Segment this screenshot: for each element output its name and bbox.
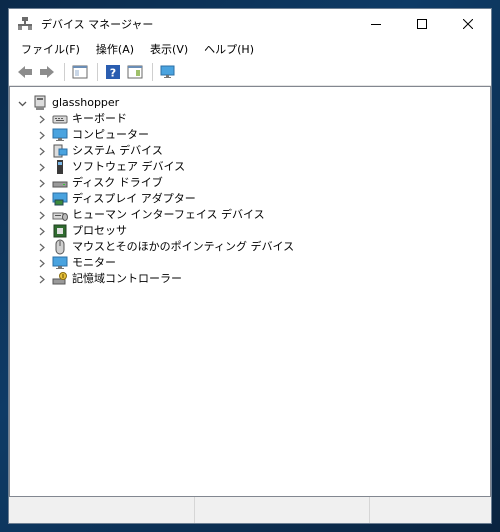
window-title: デバイス マネージャー [41,18,154,31]
tree-item-label: ディスプレイ アダプター [72,192,196,205]
menu-file[interactable]: ファイル(F) [13,41,88,57]
forward-icon [40,66,54,78]
expand-icon[interactable] [36,143,48,159]
device-tree: glasshopper キーボード コンピューター システム デバイス ソフトウ… [10,87,490,287]
tree-item-keyboard[interactable]: キーボード [10,111,490,127]
minimize-icon [371,24,381,25]
system-device-icon [52,143,68,159]
expand-icon[interactable] [36,175,48,191]
status-pane [9,497,195,523]
tree-item-label: ディスク ドライブ [72,176,163,189]
tree-item-system-devices[interactable]: システム デバイス [10,143,490,159]
action-pane-button[interactable] [125,62,145,82]
device-manager-icon [17,16,33,32]
tree-item-label: コンピューター [72,128,149,141]
status-pane [195,497,370,523]
tree-item-mice[interactable]: マウスとそのほかのポインティング デバイス [10,239,490,255]
maximize-icon [417,19,427,29]
properties-view-button[interactable] [70,62,90,82]
close-icon [463,19,473,29]
tree-item-label: プロセッサ [72,224,127,237]
expand-icon[interactable] [36,207,48,223]
tree-item-label: ソフトウェア デバイス [72,160,186,173]
monitor-scan-icon [160,65,175,78]
help-icon: ? [106,65,120,80]
software-device-icon [52,159,68,175]
collapse-icon[interactable] [16,95,28,111]
tree-root[interactable]: glasshopper [10,95,490,111]
computer-icon [52,127,68,143]
svg-text:?: ? [110,67,116,80]
menu-bar: ファイル(F) 操作(A) 表示(V) ヘルプ(H) [9,39,491,59]
tree-item-label: モニター [72,256,116,269]
disk-drive-icon [52,175,68,191]
title-bar: デバイス マネージャー [9,9,491,39]
expand-icon[interactable] [36,223,48,239]
tree-item-hid[interactable]: ヒューマン インターフェイス デバイス [10,207,490,223]
tree-root-label: glasshopper [52,96,120,109]
menu-action[interactable]: 操作(A) [88,41,142,57]
minimize-button[interactable] [353,9,399,39]
processor-icon [52,223,68,239]
help-button[interactable]: ? [103,62,123,82]
tree-item-disk-drives[interactable]: ディスク ドライブ [10,175,490,191]
close-button[interactable] [445,9,491,39]
computer-icon [32,95,48,111]
expand-icon[interactable] [36,111,48,127]
scan-hardware-button[interactable] [158,62,178,82]
tree-item-display-adapters[interactable]: ディスプレイ アダプター [10,191,490,207]
tree-item-processors[interactable]: プロセッサ [10,223,490,239]
forward-button[interactable] [37,62,57,82]
expand-icon[interactable] [36,127,48,143]
expand-icon[interactable] [36,271,48,287]
tree-item-label: キーボード [72,112,127,125]
expand-icon[interactable] [36,239,48,255]
tree-item-storage-controllers[interactable]: 記憶域コントローラー [10,271,490,287]
status-pane [370,497,491,523]
back-button[interactable] [15,62,35,82]
monitor-icon [52,255,68,271]
expand-icon[interactable] [36,159,48,175]
expand-icon[interactable] [36,191,48,207]
maximize-button[interactable] [399,9,445,39]
expand-icon[interactable] [36,255,48,271]
toolbar-separator [152,63,153,81]
menu-help[interactable]: ヘルプ(H) [196,41,262,57]
toolbar-separator [64,63,65,81]
tree-item-monitors[interactable]: モニター [10,255,490,271]
display-adapter-icon [52,191,68,207]
storage-controller-icon [52,271,68,287]
properties-view-icon [72,65,88,79]
tree-item-label: ヒューマン インターフェイス デバイス [72,208,265,221]
tree-item-label: システム デバイス [72,144,163,157]
device-tree-panel: glasshopper キーボード コンピューター システム デバイス ソフトウ… [9,86,491,497]
tree-item-label: 記憶域コントローラー [72,272,182,285]
tree-item-software-devices[interactable]: ソフトウェア デバイス [10,159,490,175]
mouse-icon [52,239,68,255]
toolbar: ? [9,59,491,86]
tree-item-computer[interactable]: コンピューター [10,127,490,143]
toolbar-separator [97,63,98,81]
action-pane-icon [127,65,143,79]
caption-buttons [353,9,491,39]
menu-view[interactable]: 表示(V) [142,41,196,57]
tree-item-label: マウスとそのほかのポインティング デバイス [72,240,295,253]
device-manager-window: デバイス マネージャー ファイル(F) 操作(A) 表示(V) ヘルプ(H) ?… [8,8,492,524]
keyboard-icon [52,111,68,127]
back-icon [18,66,32,78]
status-bar [9,497,491,523]
hid-icon [52,207,68,223]
